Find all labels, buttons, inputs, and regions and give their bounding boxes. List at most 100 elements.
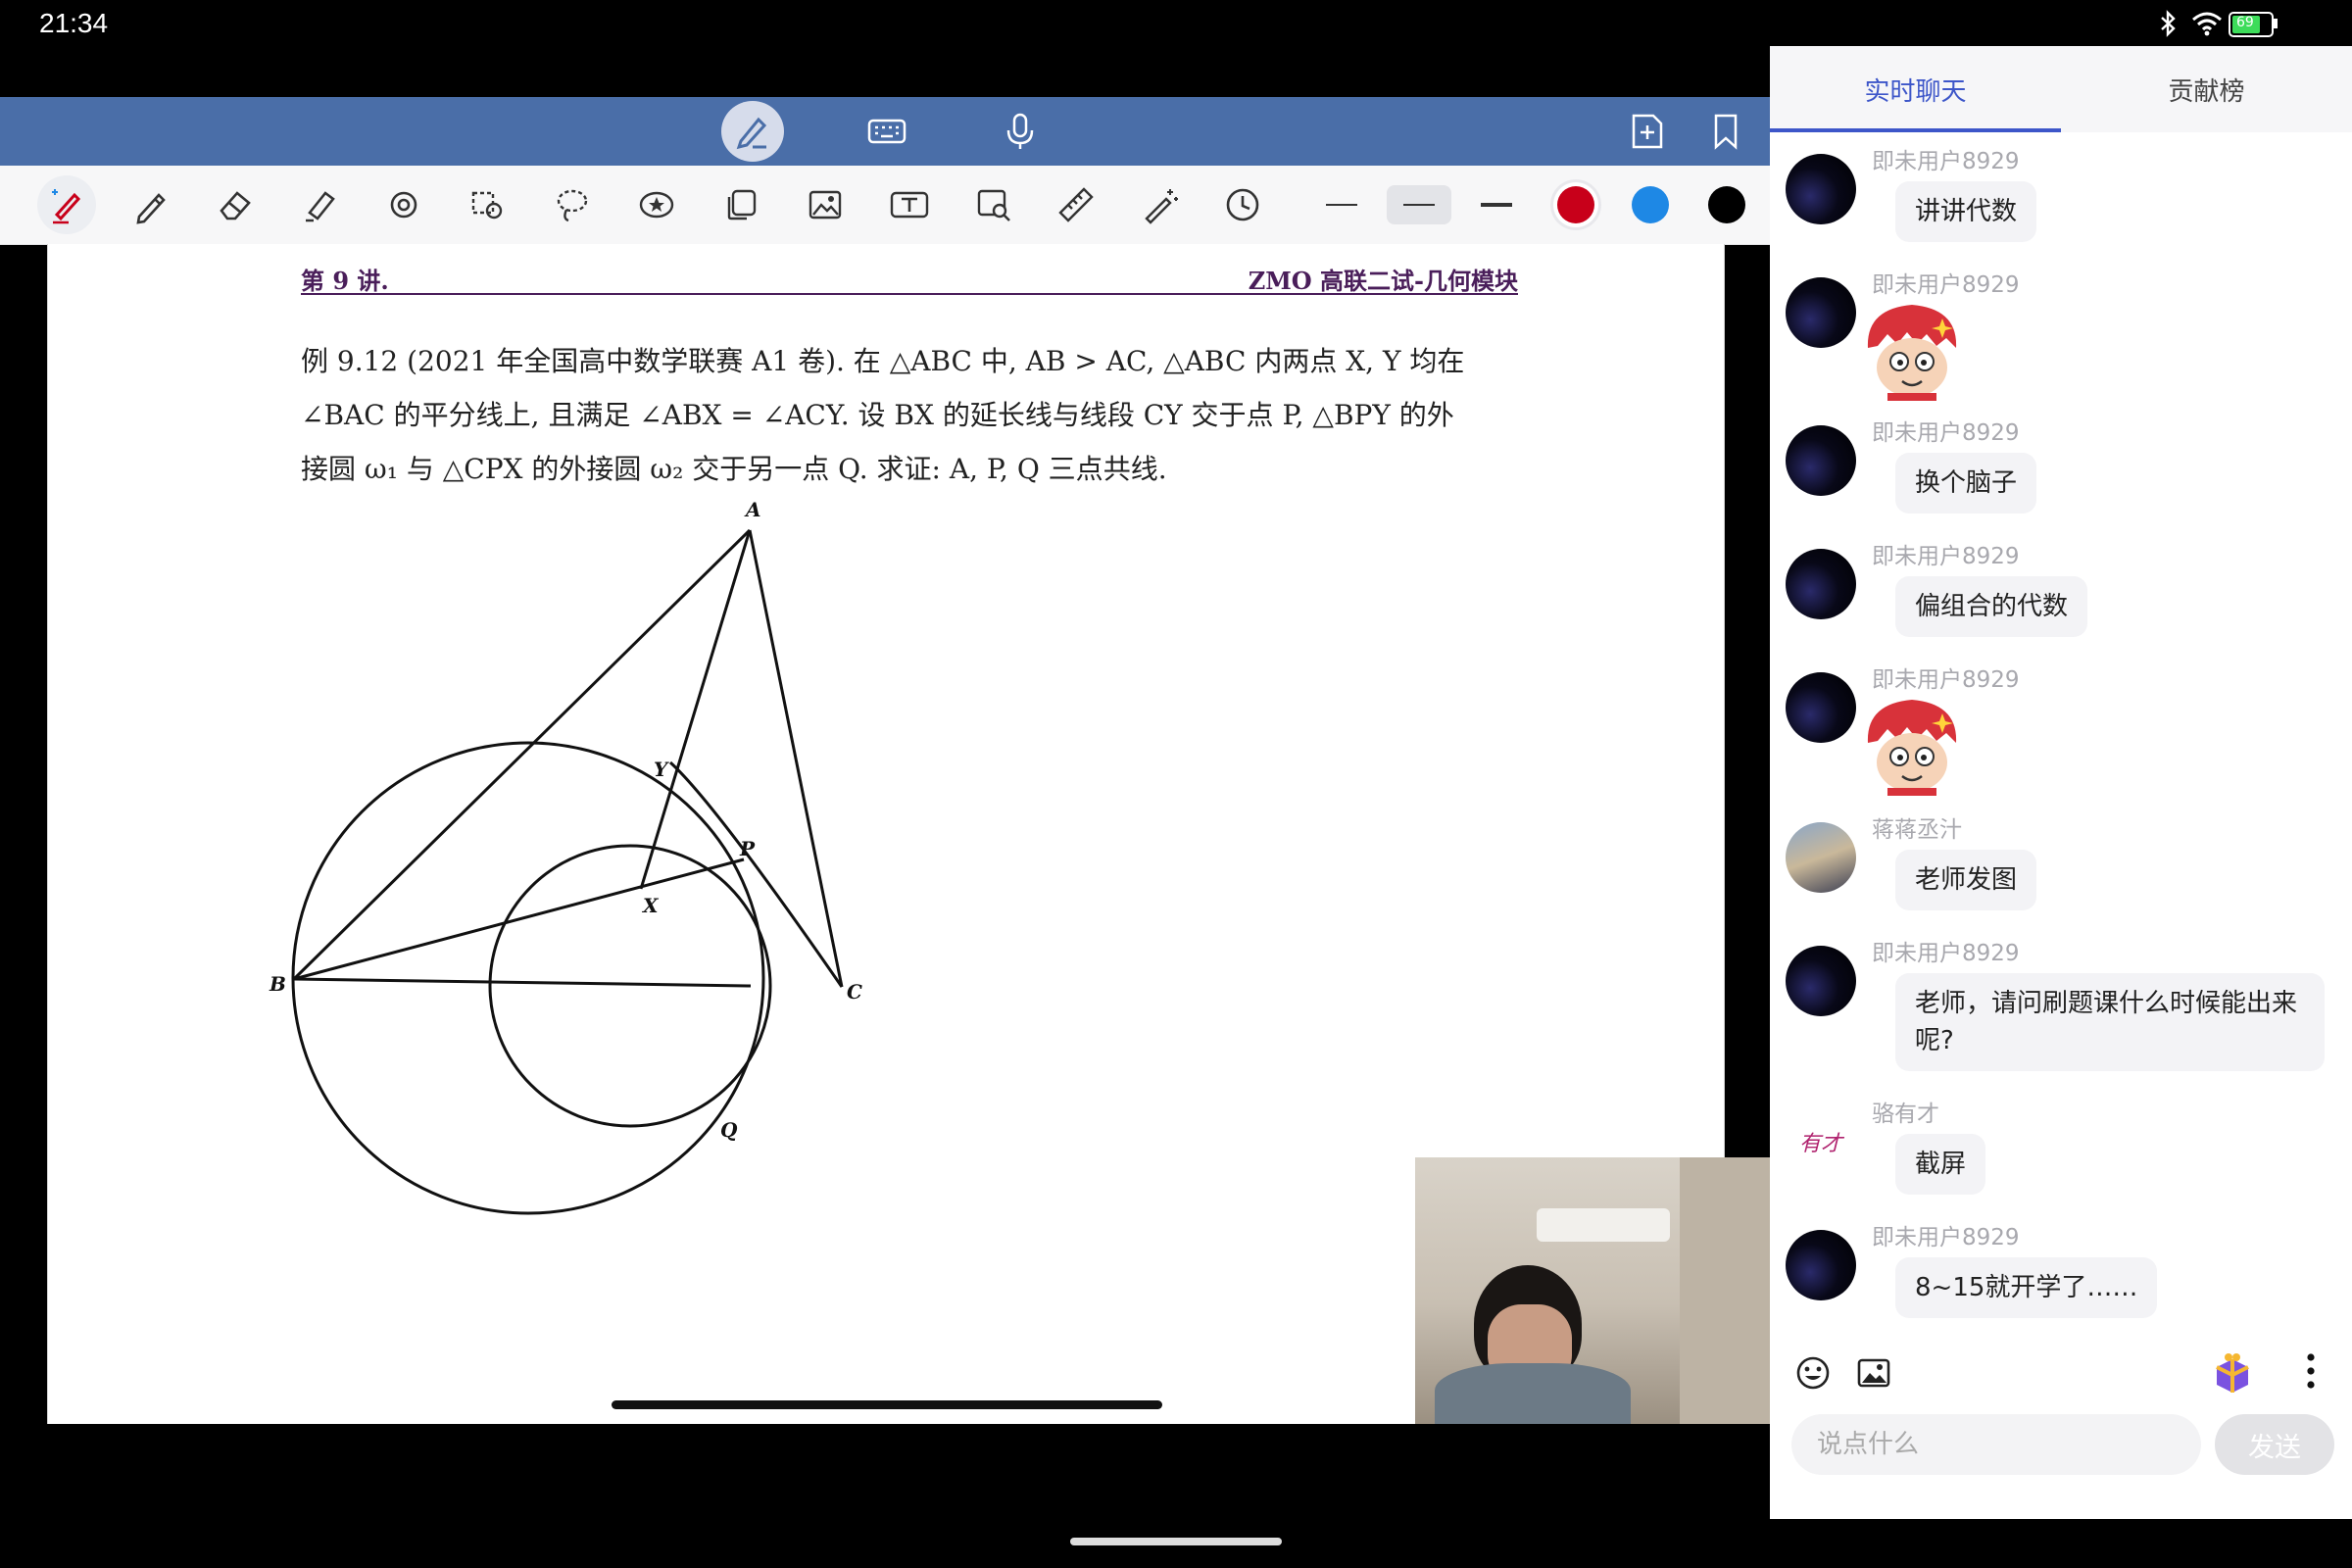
tab-live-chat[interactable]: 实时聊天 bbox=[1770, 46, 2061, 132]
air-conditioner bbox=[1537, 1208, 1670, 1242]
status-bar: 21:34 69 bbox=[0, 0, 2352, 47]
user-avatar[interactable] bbox=[1786, 549, 1856, 619]
eraser-tool[interactable] bbox=[206, 175, 265, 234]
chat-composer: 说点什么 发送 bbox=[1770, 1334, 2352, 1519]
magic-pen-tool[interactable] bbox=[1131, 175, 1190, 234]
segment-BP bbox=[293, 858, 745, 981]
pencil-icon bbox=[136, 193, 166, 224]
message-username: 即未用户8929 bbox=[1872, 941, 2020, 966]
image-search-icon bbox=[977, 189, 1010, 221]
message-bubble[interactable]: 偏组合的代数 bbox=[1895, 576, 2088, 637]
segment-BC bbox=[293, 977, 752, 988]
whiteboard-topbar bbox=[0, 97, 1770, 166]
image-search-tool[interactable] bbox=[964, 175, 1023, 234]
gift-icon[interactable] bbox=[2209, 1349, 2256, 1396]
user-avatar[interactable] bbox=[1786, 672, 1856, 743]
user-avatar[interactable] bbox=[1786, 946, 1856, 1016]
message-username: 蒋蒋丞汁 bbox=[1872, 817, 1962, 843]
page-scrollbar[interactable] bbox=[612, 1400, 1162, 1409]
copy-tool[interactable] bbox=[711, 175, 770, 234]
message-username: 即未用户8929 bbox=[1872, 1225, 2020, 1250]
sticker-tool[interactable] bbox=[627, 175, 686, 234]
image-icon bbox=[808, 190, 842, 220]
cartoon-face-sticker[interactable] bbox=[1858, 694, 1966, 796]
message-bubble[interactable]: 老师发图 bbox=[1895, 850, 2037, 910]
user-avatar[interactable] bbox=[1786, 154, 1856, 224]
line-width-thin[interactable] bbox=[1309, 185, 1374, 224]
wall-shelf bbox=[1680, 1157, 1770, 1424]
user-avatar[interactable] bbox=[1786, 277, 1856, 348]
tab-contribution-board[interactable]: 贡献榜 bbox=[2061, 46, 2352, 132]
gesture-navigation-bar[interactable] bbox=[1070, 1538, 1282, 1545]
battery-level: 69 bbox=[2236, 15, 2254, 30]
teacher-video[interactable] bbox=[1415, 1157, 1770, 1424]
message-username: 即未用户8929 bbox=[1872, 544, 2020, 569]
microphone-button[interactable] bbox=[996, 97, 1045, 166]
zoom-select-tool[interactable] bbox=[459, 175, 517, 234]
chat-panel: 实时聊天 贡献榜 即未用户8929 讲讲代数 即未用户8929 即未用户8929… bbox=[1770, 46, 2352, 1519]
color-black[interactable] bbox=[1708, 186, 1745, 223]
battery-icon: 69 bbox=[2229, 12, 2274, 37]
bookmark-button[interactable] bbox=[1701, 97, 1750, 166]
emoji-icon[interactable] bbox=[1795, 1355, 1831, 1391]
user-avatar[interactable] bbox=[1786, 1230, 1856, 1300]
color-blue[interactable] bbox=[1632, 186, 1669, 223]
label-Q: Q bbox=[720, 1118, 738, 1142]
text-tool[interactable] bbox=[880, 175, 939, 234]
label-P: P bbox=[739, 837, 756, 860]
laser-pen-tool[interactable] bbox=[37, 175, 96, 234]
select-zoom-icon bbox=[471, 191, 503, 220]
person-shoulders bbox=[1435, 1363, 1631, 1424]
bluetooth-icon bbox=[2161, 10, 2176, 37]
segment-AC bbox=[748, 529, 844, 988]
message-bubble[interactable]: 8~15就开学了…… bbox=[1895, 1257, 2158, 1318]
message-username: 即未用户8929 bbox=[1872, 272, 2020, 298]
label-X: X bbox=[641, 894, 660, 917]
copy-icon bbox=[727, 189, 757, 220]
wifi-icon bbox=[2192, 12, 2222, 36]
message-bubble[interactable]: 讲讲代数 bbox=[1895, 181, 2037, 242]
chat-input[interactable]: 说点什么 bbox=[1791, 1414, 2201, 1475]
pen-icon bbox=[736, 117, 767, 150]
label-C: C bbox=[847, 980, 862, 1004]
line-width-thick[interactable] bbox=[1464, 185, 1529, 224]
clock-icon bbox=[1226, 188, 1259, 221]
message-list[interactable]: 即未用户8929 讲讲代数 即未用户8929 即未用户8929 换个脑子 即未用… bbox=[1770, 132, 2352, 1334]
message-username: 即未用户8929 bbox=[1872, 149, 2020, 174]
shape-recognize-tool[interactable] bbox=[374, 175, 433, 234]
handwriting-mode-button[interactable] bbox=[721, 97, 784, 166]
more-options-icon[interactable] bbox=[2305, 1351, 2317, 1391]
circle-omega1 bbox=[291, 741, 765, 1215]
highlighter-tool[interactable] bbox=[290, 175, 349, 234]
history-tool[interactable] bbox=[1213, 175, 1272, 234]
user-avatar[interactable] bbox=[1786, 425, 1856, 496]
battery-tip bbox=[2274, 19, 2278, 28]
user-avatar[interactable]: 有才 bbox=[1786, 1106, 1856, 1177]
image-tool[interactable] bbox=[796, 175, 855, 234]
send-button[interactable]: 发送 bbox=[2215, 1414, 2334, 1475]
message-bubble[interactable]: 换个脑子 bbox=[1895, 453, 2037, 514]
magic-wand-icon bbox=[1145, 189, 1178, 224]
drawing-toolbar bbox=[0, 166, 1770, 245]
ruler-tool[interactable] bbox=[1047, 175, 1105, 234]
chat-tabs: 实时聊天 贡献榜 bbox=[1770, 46, 2352, 132]
line-width-medium[interactable] bbox=[1387, 185, 1451, 224]
pen-tool[interactable] bbox=[122, 175, 180, 234]
lasso-icon bbox=[557, 189, 588, 222]
message-bubble[interactable]: 截屏 bbox=[1895, 1134, 1986, 1195]
message-bubble[interactable]: 老师，请问刷题课什么时候能出来呢? bbox=[1895, 973, 2325, 1071]
keyboard-button[interactable] bbox=[862, 97, 911, 166]
status-time: 21:34 bbox=[39, 8, 109, 38]
label-A: A bbox=[744, 498, 761, 521]
color-red-selected[interactable] bbox=[1553, 182, 1598, 227]
user-avatar[interactable] bbox=[1786, 822, 1856, 893]
image-upload-icon[interactable] bbox=[1856, 1355, 1891, 1391]
text-box-icon bbox=[890, 191, 929, 219]
segment-YC bbox=[668, 760, 844, 988]
message-username: 即未用户8929 bbox=[1872, 420, 2020, 446]
cartoon-face-sticker[interactable] bbox=[1858, 299, 1966, 401]
lasso-tool[interactable] bbox=[543, 175, 602, 234]
microphone-icon bbox=[1006, 113, 1034, 149]
lasso-shape-icon bbox=[390, 191, 417, 219]
add-page-button[interactable] bbox=[1623, 97, 1672, 166]
